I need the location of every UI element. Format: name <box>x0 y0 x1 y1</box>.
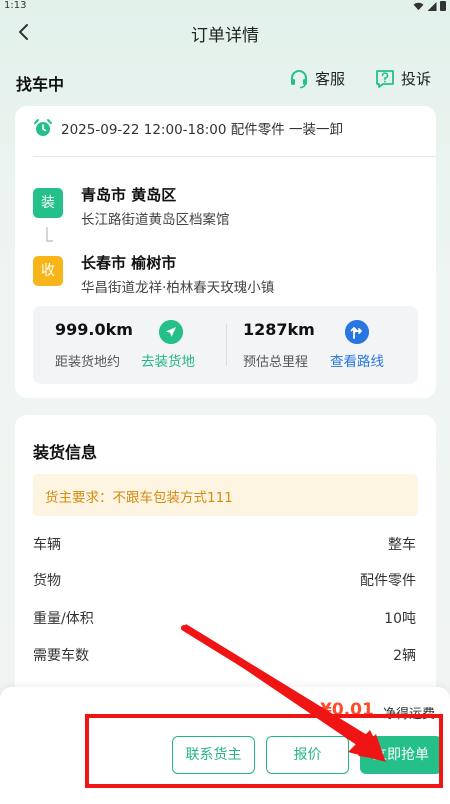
loading-info-title: 装货信息 <box>33 443 98 462</box>
unload-city: 长春市 榆树市 <box>81 254 177 272</box>
bottom-action-bar: ¥0.01 净得运费 联系货主 报价 立即抢单 <box>0 687 450 804</box>
distance-divider <box>226 324 227 366</box>
quote-button[interactable]: 报价 <box>266 736 349 774</box>
route-card: 2025-09-22 12:00-18:00 配件零件 一装一卸 装 青岛市 黄… <box>15 106 436 398</box>
navigation-arrow-icon[interactable] <box>159 320 183 344</box>
shipper-requirement-box: 货主要求：不跟车包装方式111 <box>33 474 418 516</box>
freight-price: ¥0.01 <box>320 700 374 720</box>
status-icons <box>413 1 446 11</box>
route-connector-icon <box>46 227 53 242</box>
distance-box: 999.0km 距装货地约 去装货地 1287km 预估总里程 查看路线 <box>33 306 418 384</box>
headset-icon <box>291 69 307 88</box>
status-bar: 1:13 <box>0 0 450 14</box>
order-time-row: 2025-09-22 12:00-18:00 配件零件 一装一卸 <box>33 118 343 138</box>
view-route-link[interactable]: 查看路线 <box>330 350 384 370</box>
loading-info-card: 装货信息 货主要求：不跟车包装方式111 车辆 整车 货物 配件零件 重量/体积… <box>15 415 436 705</box>
info-value: 2辆 <box>393 648 416 664</box>
go-to-load-link[interactable]: 去装货地 <box>141 350 195 370</box>
unload-detail: 华昌街道龙祥·柏林春天玫瑰小镇 <box>81 280 275 296</box>
order-time-info: 2025-09-22 12:00-18:00 配件零件 一装一卸 <box>61 122 344 138</box>
signal-icon <box>427 1 437 11</box>
wifi-icon <box>413 2 424 10</box>
order-status: 找车中 <box>16 75 65 94</box>
info-row-vehicle: 车辆 整车 <box>33 534 418 556</box>
info-key: 货物 <box>33 573 61 589</box>
info-key: 车辆 <box>33 537 61 553</box>
complaint-button[interactable]: 投诉 <box>375 68 431 89</box>
help-icon <box>376 69 394 88</box>
unload-tag: 收 <box>33 256 63 286</box>
route-fork-icon[interactable] <box>345 320 369 344</box>
nav-bar: 订单详情 <box>0 14 450 50</box>
customer-service-button[interactable]: 客服 <box>289 68 345 89</box>
info-key: 需要车数 <box>33 648 89 664</box>
order-status-row: 找车中 客服 投诉 <box>0 64 450 98</box>
info-value: 配件零件 <box>360 573 416 589</box>
grab-order-button[interactable]: 立即抢单 <box>360 736 442 774</box>
customer-service-label: 客服 <box>315 70 346 88</box>
info-row-vehicle-count: 需要车数 2辆 <box>33 645 418 667</box>
freight-price-label: 净得运费 <box>383 707 436 722</box>
alarm-clock-icon <box>34 119 52 136</box>
divider <box>33 156 436 157</box>
page-title: 订单详情 <box>191 26 259 46</box>
info-key: 重量/体积 <box>33 611 94 627</box>
distance-to-load-label: 距装货地约 <box>55 355 121 370</box>
distance-to-load-value: 999.0km <box>55 320 133 339</box>
info-row-cargo: 货物 配件零件 <box>33 570 418 592</box>
battery-icon <box>440 1 446 11</box>
total-distance-value: 1287km <box>243 320 315 339</box>
info-row-weight: 重量/体积 10吨 <box>33 608 418 630</box>
load-tag: 装 <box>33 188 63 218</box>
info-value: 10吨 <box>384 611 416 627</box>
load-city: 青岛市 黄岛区 <box>81 186 177 204</box>
total-distance-label: 预估总里程 <box>243 355 309 370</box>
status-time: 1:13 <box>4 0 27 11</box>
info-value: 整车 <box>388 537 416 553</box>
load-detail: 长江路街道黄岛区档案馆 <box>81 212 230 228</box>
contact-shipper-button[interactable]: 联系货主 <box>172 736 255 774</box>
complaint-label: 投诉 <box>401 70 432 88</box>
shipper-requirement: 货主要求：不跟车包装方式111 <box>45 490 233 506</box>
